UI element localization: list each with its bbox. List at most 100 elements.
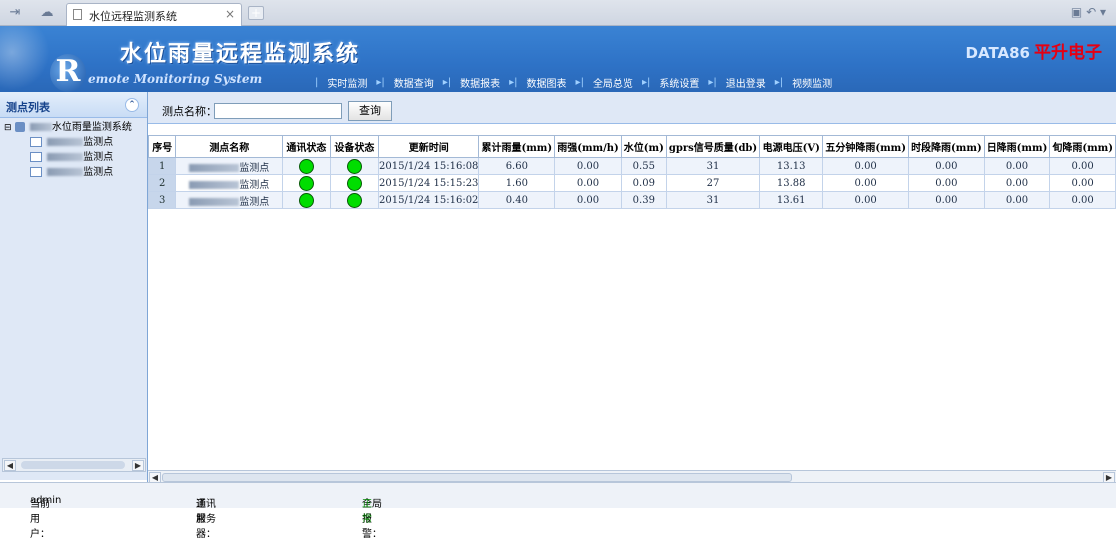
cell-rain-5min: 0.00 [822,191,910,209]
header-decoration [0,26,60,92]
sidebar-title: 测点列表 [6,101,50,114]
station-name-label: 测点名称： [162,105,217,118]
col-rain-period[interactable]: 时段降雨(mm) [908,135,985,158]
col-rain-rate[interactable]: 雨强(mm/h) [554,135,622,158]
sidebar-toggle-icon[interactable]: ⇥ [6,5,24,21]
col-name[interactable]: 测点名称 [175,135,284,158]
cell-gprs: 31 [665,191,761,209]
back-icon[interactable]: ↶ [1086,5,1096,19]
tree-root[interactable]: ⊟ 水位雨量监测系统 [0,120,147,135]
query-button[interactable]: 查询 [348,101,392,121]
col-rain-total[interactable]: 累计雨量(mm) [478,135,556,158]
chevron-down-icon[interactable]: ▾ [1100,5,1106,19]
cell-rain-10day: 0.00 [1049,174,1116,192]
col-rain-5min[interactable]: 五分钟降雨(mm) [822,135,910,158]
nav-realtime[interactable]: 实时监测 [321,75,373,90]
redacted-text [189,181,240,189]
col-index[interactable]: 序号 [147,135,177,158]
device-online-icon [346,158,362,174]
tree-expand-icon[interactable]: ⊟ [4,123,12,133]
station-icon [30,137,42,147]
table-header-row: 序号 测点名称 通讯状态 设备状态 更新时间 累计雨量(mm) 雨强(mm/h)… [147,135,1116,158]
new-tab-button[interactable]: + [248,6,264,20]
nav-arrow-icon: ▸| [708,76,717,88]
table-row[interactable]: 3 监测点 2015/1/24 15:16:02 0.40 0.00 0.39 … [147,191,1116,209]
cell-rain-total: 1.60 [478,174,556,192]
nav-data-chart[interactable]: 数据图表 [521,75,573,90]
brand-en: DATA86 [965,44,1030,62]
cell-update-time: 2015/1/24 15:16:08 [378,157,480,175]
tree-leaf-label: 监测点 [83,137,114,148]
cell-rain-10day: 0.00 [1049,191,1116,209]
station-icon [30,167,42,177]
col-water-level[interactable]: 水位(m) [620,135,667,158]
station-name-input[interactable] [214,103,342,119]
main-panel: 测点名称： 查询 序号 测点名称 通讯状态 设备状态 更新时间 累计雨量(mm)… [147,92,1116,484]
cell-update-time: 2015/1/24 15:16:02 [378,191,480,209]
col-voltage[interactable]: 电源电压(V) [759,135,824,158]
nav-logout[interactable]: 退出登录 [720,75,772,90]
cell-device-status [329,174,380,192]
cell-rain-rate: 0.00 [554,191,622,209]
nav-overview[interactable]: 全局总览 [587,75,639,90]
collapse-icon[interactable]: ⌃ [125,98,139,112]
sidebar-scrollbar[interactable]: ◀ ▶ [2,458,146,472]
alarm-status-value: 正常 [362,499,372,525]
scroll-left-icon[interactable]: ◀ [4,460,16,471]
col-update-time[interactable]: 更新时间 [378,135,480,158]
redacted-text [47,153,84,161]
cell-update-time: 2015/1/24 15:15:23 [378,174,480,192]
cell-rain-rate: 0.00 [554,157,622,175]
page-subtitle: emote Monitoring System [88,72,263,86]
browser-tools: ▣ ↶ ▾ [1071,5,1106,19]
tree-leaf[interactable]: 监测点 [0,150,147,165]
nav-video[interactable]: 视频监测 [786,75,838,90]
nav-arrow-icon: ▸| [774,76,784,88]
cell-name: 监测点 [175,191,284,209]
cell-comm-status [282,157,331,175]
tree-leaf[interactable]: 监测点 [0,165,147,180]
col-rain-10day[interactable]: 旬降雨(mm) [1049,135,1116,158]
browser-tab[interactable]: 水位远程监测系统 × [66,3,242,26]
cell-voltage: 13.88 [759,174,824,192]
cell-voltage: 13.13 [759,157,824,175]
col-gprs[interactable]: gprs信号质量(db) [665,135,761,158]
redacted-text [189,164,240,172]
nav-settings[interactable]: 系统设置 [653,75,705,90]
cell-index: 1 [147,157,177,175]
logo-letter: R [50,54,86,92]
scroll-thumb[interactable] [21,461,125,469]
table-row[interactable]: 2 监测点 2015/1/24 15:15:23 1.60 0.00 0.09 … [147,174,1116,192]
cell-rain-day: 0.00 [983,174,1051,192]
nav-data-report[interactable]: 数据报表 [454,75,506,90]
cell-device-status [329,157,380,175]
search-bar: 测点名称： 查询 [148,92,1116,124]
col-rain-day[interactable]: 日降雨(mm) [983,135,1051,158]
close-tab-icon[interactable]: × [225,7,235,21]
tree-leaf-label: 监测点 [83,152,114,163]
table-row[interactable]: 1 监测点 2015/1/24 15:16:08 6.60 0.00 0.55 … [147,157,1116,175]
station-table: 序号 测点名称 通讯状态 设备状态 更新时间 累计雨量(mm) 雨强(mm/h)… [147,135,1116,209]
page-title: 水位雨量远程监测系统 [120,42,361,67]
cell-gprs: 31 [665,157,761,175]
nav-data-query[interactable]: 数据查询 [388,75,440,90]
tree-leaf[interactable]: 监测点 [0,135,147,150]
page-icon [73,9,82,20]
scroll-right-icon[interactable]: ▶ [132,460,144,471]
device-online-icon [346,192,362,208]
col-comm-status[interactable]: 通讯状态 [282,135,331,158]
window-icon[interactable]: ▣ [1071,5,1082,19]
comm-online-icon [298,158,314,174]
redacted-text [47,138,84,146]
main-nav: | 实时监测 ▸| 数据查询 ▸| 数据报表 ▸| 数据图表 ▸| 全局总览 ▸… [312,74,838,90]
cell-water-level: 0.09 [620,174,667,192]
cell-name: 监测点 [175,174,284,192]
col-device-status[interactable]: 设备状态 [329,135,380,158]
cell-rain-period: 0.00 [908,157,985,175]
cell-rain-5min: 0.00 [822,157,910,175]
cell-rain-period: 0.00 [908,174,985,192]
cloud-icon[interactable]: ☁ [38,5,56,21]
scroll-thumb[interactable] [162,473,792,482]
cell-rain-day: 0.00 [983,191,1051,209]
nav-separator: | [315,76,319,88]
